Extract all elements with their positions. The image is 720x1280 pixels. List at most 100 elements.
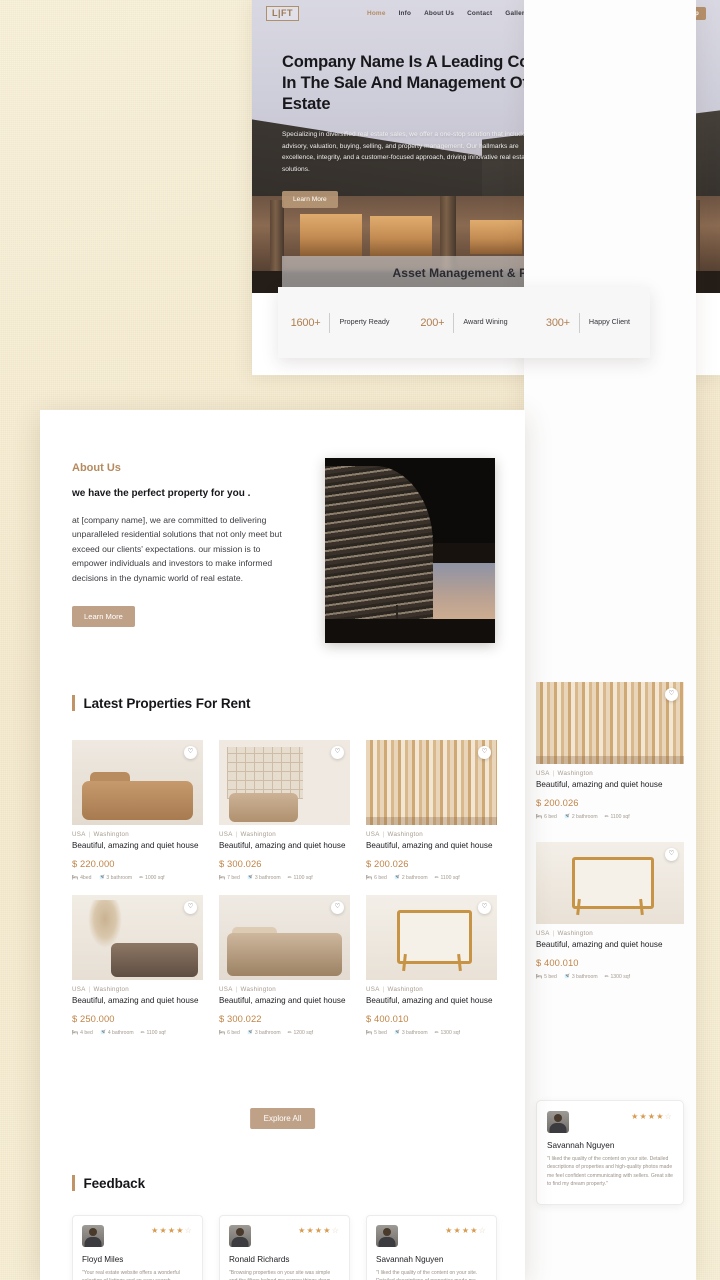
nav-item-about-us[interactable]: About Us [424,10,454,17]
area-value: 1100 sqf [146,1029,166,1036]
area-value: 1100 sqf [610,813,630,820]
divider [453,312,455,333]
country-label: USA [536,930,550,937]
property-card[interactable]: ♡ USA | Washington Beautiful, amazing and … [366,894,497,1036]
properties-section-title: Latest Properties For Rent [83,695,251,711]
area-icon: ✏ [604,973,609,980]
nav-item-home[interactable]: Home [367,10,386,17]
country-label: USA [72,985,86,993]
avatar [547,1111,569,1133]
property-card[interactable]: ♡ USA | Washington Beautiful, amazing and … [219,894,350,1036]
baths-value: 3 bathroom [254,874,281,881]
about-learn-more-button[interactable]: Learn More [72,606,135,628]
beds-value: 7 bed [227,874,240,881]
nav-item-contact[interactable]: Contact [467,10,492,17]
country-label: USA [366,985,380,993]
about-heading: we have the perfect property for you . [72,488,251,499]
property-card[interactable]: ♡ USA | Washington Beautiful, amazing and … [366,740,497,881]
nav-item-info[interactable]: Info [399,10,412,17]
property-price: $ 200.026 [366,857,409,869]
divider [578,312,580,333]
heading-accent-bar [72,695,75,711]
reviewer-name: Savannah Nguyen [547,1141,615,1150]
feedback-header: ★★★★☆ [82,1225,193,1247]
property-title: Beautiful, amazing and quiet house [366,995,493,1005]
favorite-heart-icon[interactable]: ♡ [665,688,678,701]
state-label: Washington [93,985,129,993]
area-icon: ✏ [287,1029,292,1036]
favorite-heart-icon[interactable]: ♡ [478,900,491,914]
bath-icon: 🚿 [246,874,254,881]
about-body: at [company name], we are committed to d… [72,515,282,583]
property-location: USA | Washington [219,985,276,993]
state-label: Washington [240,985,276,993]
country-label: USA [536,770,550,777]
stat-property-ready: 1600+ Property Ready [278,312,402,333]
property-thumbnail: ♡ [219,740,350,825]
baths-value: 3 bathroom [106,874,133,881]
area-value: 1300 sqf [610,973,630,980]
feedback-card: ★★★★☆ Ronald Richards "Browsing properti… [219,1215,350,1280]
rating-stars: ★★★★☆ [631,1112,673,1121]
state-label: Washington [557,770,593,777]
area-icon: ✏ [139,874,144,881]
favorite-heart-icon[interactable]: ♡ [478,746,491,759]
baths-value: 2 bathroom [401,874,428,881]
property-title: Beautiful, amazing and quiet house [72,995,199,1005]
stat-label: Award Wining [463,317,508,327]
baths-value: 3 bathroom [401,1029,428,1036]
favorite-heart-icon[interactable]: ♡ [665,848,678,861]
property-thumbnail: ♡ [536,682,684,764]
area-icon: ✏ [604,813,609,820]
area-icon: ✏ [140,1029,145,1036]
avatar [82,1225,104,1247]
property-title: Beautiful, amazing and quiet house [536,940,663,949]
stat-award-wining: 200+ Award Wining [402,312,526,333]
review-text: "Your real estate website offers a wonde… [82,1270,180,1280]
explore-all-button[interactable]: Explore All [249,1108,316,1129]
side-property-card-2[interactable]: ♡ USA | Washington Beautiful, amazing and … [536,842,684,980]
stat-value: 300+ [545,316,570,329]
property-location: USA | Washington [536,930,593,937]
favorite-heart-icon[interactable]: ♡ [331,900,344,914]
favorite-heart-icon[interactable]: ♡ [331,746,344,759]
bath-icon: 🚿 [563,813,571,820]
state-label: Washington [387,985,423,993]
favorite-heart-icon[interactable]: ♡ [184,746,197,759]
property-card[interactable]: ♡ USA | Washington Beautiful, amazing and … [219,740,350,881]
property-thumbnail: ♡ [536,842,684,924]
property-price: $ 300.026 [219,857,262,869]
side-property-card-1[interactable]: ♡ USA | Washington Beautiful, amazing and … [536,682,684,820]
property-thumbnail: ♡ [72,740,203,825]
state-label: Washington [387,831,423,838]
property-price: $ 400.010 [366,1012,409,1024]
rating-stars: ★★★★☆ [151,1226,193,1235]
property-price: $ 250.000 [72,1012,115,1024]
stat-happy-client: 300+ Happy Client [526,312,650,333]
avatar [229,1225,251,1247]
property-thumbnail: ♡ [366,740,497,825]
property-card[interactable]: ♡ USA | Washington Beautiful, amazing and … [72,894,203,1036]
state-label: Washington [557,930,593,937]
stat-value: 200+ [420,316,445,329]
property-meta: 🛏 5 bed 🚿 3 bathroom ✏ 1300 sqf [366,1030,497,1036]
area-value: 1200 sqf [293,1029,313,1036]
feedback-section-title: Feedback [83,1175,146,1191]
hero-learn-more-button[interactable]: Learn More [282,191,338,209]
property-thumbnail: ♡ [72,894,203,980]
property-location: USA | Washington [219,831,276,838]
properties-section-heading: Latest Properties For Rent [72,695,251,711]
baths-value: 3 bathroom [571,973,598,980]
rating-stars: ★★★★☆ [445,1226,487,1235]
property-location: USA | Washington [72,831,129,838]
area-icon: ✏ [434,874,439,881]
property-location: USA | Washington [72,985,129,993]
heading-accent-bar [72,1175,75,1191]
feedback-card: ★★★★☆ Floyd Miles "Your real estate webs… [72,1215,203,1280]
brand-logo[interactable]: L|FT [266,5,300,21]
favorite-heart-icon[interactable]: ♡ [184,900,197,914]
review-text: "Browsing properties on your site was si… [229,1270,331,1280]
property-card[interactable]: ♡ USA | Washington Beautiful, amazing and … [72,740,203,881]
property-title: Beautiful, amazing and quiet house [536,780,663,789]
area-value: 1000 sqf [145,874,165,881]
